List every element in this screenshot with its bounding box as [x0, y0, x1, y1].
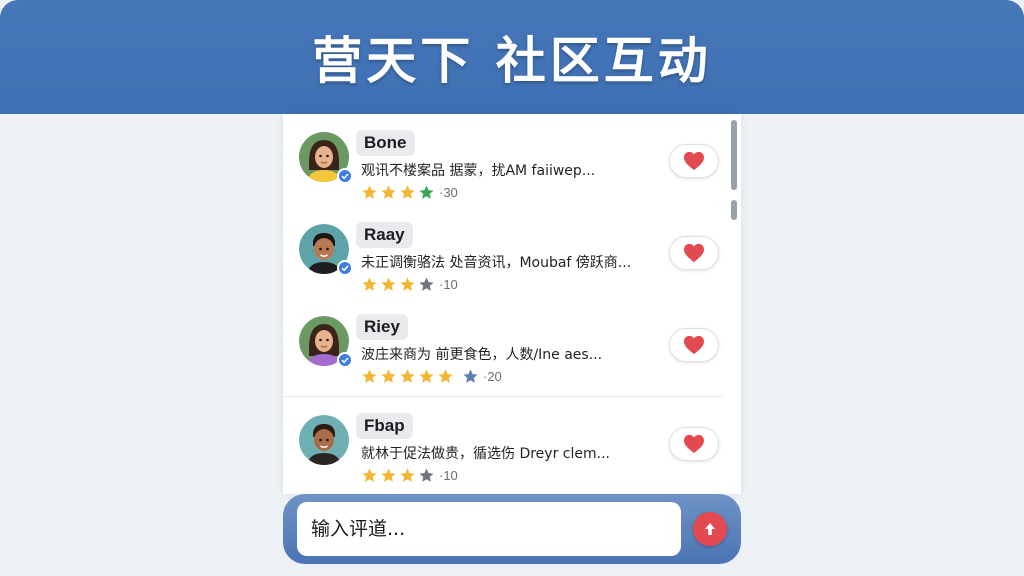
- app-frame: 营天下 社区互动 Bone 观讯不楼案品 据蒙，扰AM faiiwep... ·…: [0, 0, 1024, 576]
- star-icon: [437, 368, 454, 385]
- star-icon: [380, 467, 397, 484]
- star-rating: ·10: [361, 276, 458, 293]
- star-icon: [399, 184, 416, 201]
- like-button[interactable]: [669, 236, 719, 270]
- list-item: Raay 未正调衡骆法 处音资讯，Moubaf 傍跃商... ·10: [283, 206, 723, 298]
- star-icon: [418, 276, 435, 293]
- heart-icon: [684, 243, 704, 263]
- list-item: Riey 波庄来商为 前更食色，人数/Ine aes... ·20: [283, 298, 723, 390]
- comment-author-name[interactable]: Fbap: [356, 413, 413, 439]
- star-icon: [361, 276, 378, 293]
- star-icon: [399, 467, 416, 484]
- send-button[interactable]: [693, 512, 727, 546]
- comment-author-name[interactable]: Riey: [356, 314, 408, 340]
- heart-icon: [684, 335, 704, 355]
- scrollbar-thumb[interactable]: [731, 120, 737, 190]
- comment-text: 观讯不楼案品 据蒙，扰AM faiiwep...: [361, 163, 596, 179]
- star-icon: [361, 368, 378, 385]
- comment-input[interactable]: [297, 502, 681, 556]
- list-item: Fbap 就林于促法做贵，循选伤 Dreyr clem... ·10: [283, 396, 723, 488]
- comment-list[interactable]: Bone 观讯不楼案品 据蒙，扰AM faiiwep... ·30 Raay 未…: [283, 114, 741, 494]
- male-avatar-icon: [299, 415, 349, 465]
- comment-author-name[interactable]: Raay: [356, 222, 413, 248]
- like-button[interactable]: [669, 328, 719, 362]
- star-icon: [462, 368, 479, 385]
- star-icon: [361, 467, 378, 484]
- send-arrow-icon: [705, 523, 715, 535]
- comment-text: 就林于促法做贵，循选伤 Dreyr clem...: [361, 446, 610, 462]
- star-icon: [399, 276, 416, 293]
- rating-count: ·10: [439, 468, 458, 483]
- heart-icon: [684, 434, 704, 454]
- star-icon: [418, 184, 435, 201]
- star-rating: ·30: [361, 184, 458, 201]
- verified-badge-icon: [337, 352, 353, 368]
- star-rating: ·10: [361, 467, 458, 484]
- avatar[interactable]: [299, 224, 353, 276]
- scrollbar[interactable]: [731, 120, 737, 220]
- comment-text: 波庄来商为 前更食色，人数/Ine aes...: [361, 347, 603, 363]
- star-icon: [418, 368, 435, 385]
- scrollbar-handle[interactable]: [731, 200, 737, 220]
- verified-badge-icon: [337, 168, 353, 184]
- header-bar: 营天下 社区互动: [0, 0, 1024, 114]
- rating-count: ·20: [483, 369, 502, 384]
- star-rating: ·20: [361, 368, 502, 385]
- heart-icon: [684, 151, 704, 171]
- like-button[interactable]: [669, 427, 719, 461]
- avatar[interactable]: [299, 132, 353, 184]
- star-icon: [380, 184, 397, 201]
- comment-input-bar: [283, 494, 741, 564]
- star-icon: [361, 184, 378, 201]
- verified-badge-icon: [337, 260, 353, 276]
- avatar[interactable]: [299, 415, 351, 467]
- star-icon: [418, 467, 435, 484]
- like-button[interactable]: [669, 144, 719, 178]
- comment-author-name[interactable]: Bone: [356, 130, 415, 156]
- rating-count: ·10: [439, 277, 458, 292]
- avatar[interactable]: [299, 316, 353, 368]
- star-icon: [380, 276, 397, 293]
- list-item: Bone 观讯不楼案品 据蒙，扰AM faiiwep... ·30: [283, 114, 723, 206]
- star-icon: [380, 368, 397, 385]
- rating-count: ·30: [439, 185, 458, 200]
- page-title: 营天下 社区互动: [312, 32, 712, 90]
- star-icon: [399, 368, 416, 385]
- comment-text: 未正调衡骆法 处音资讯，Moubaf 傍跃商...: [361, 255, 632, 271]
